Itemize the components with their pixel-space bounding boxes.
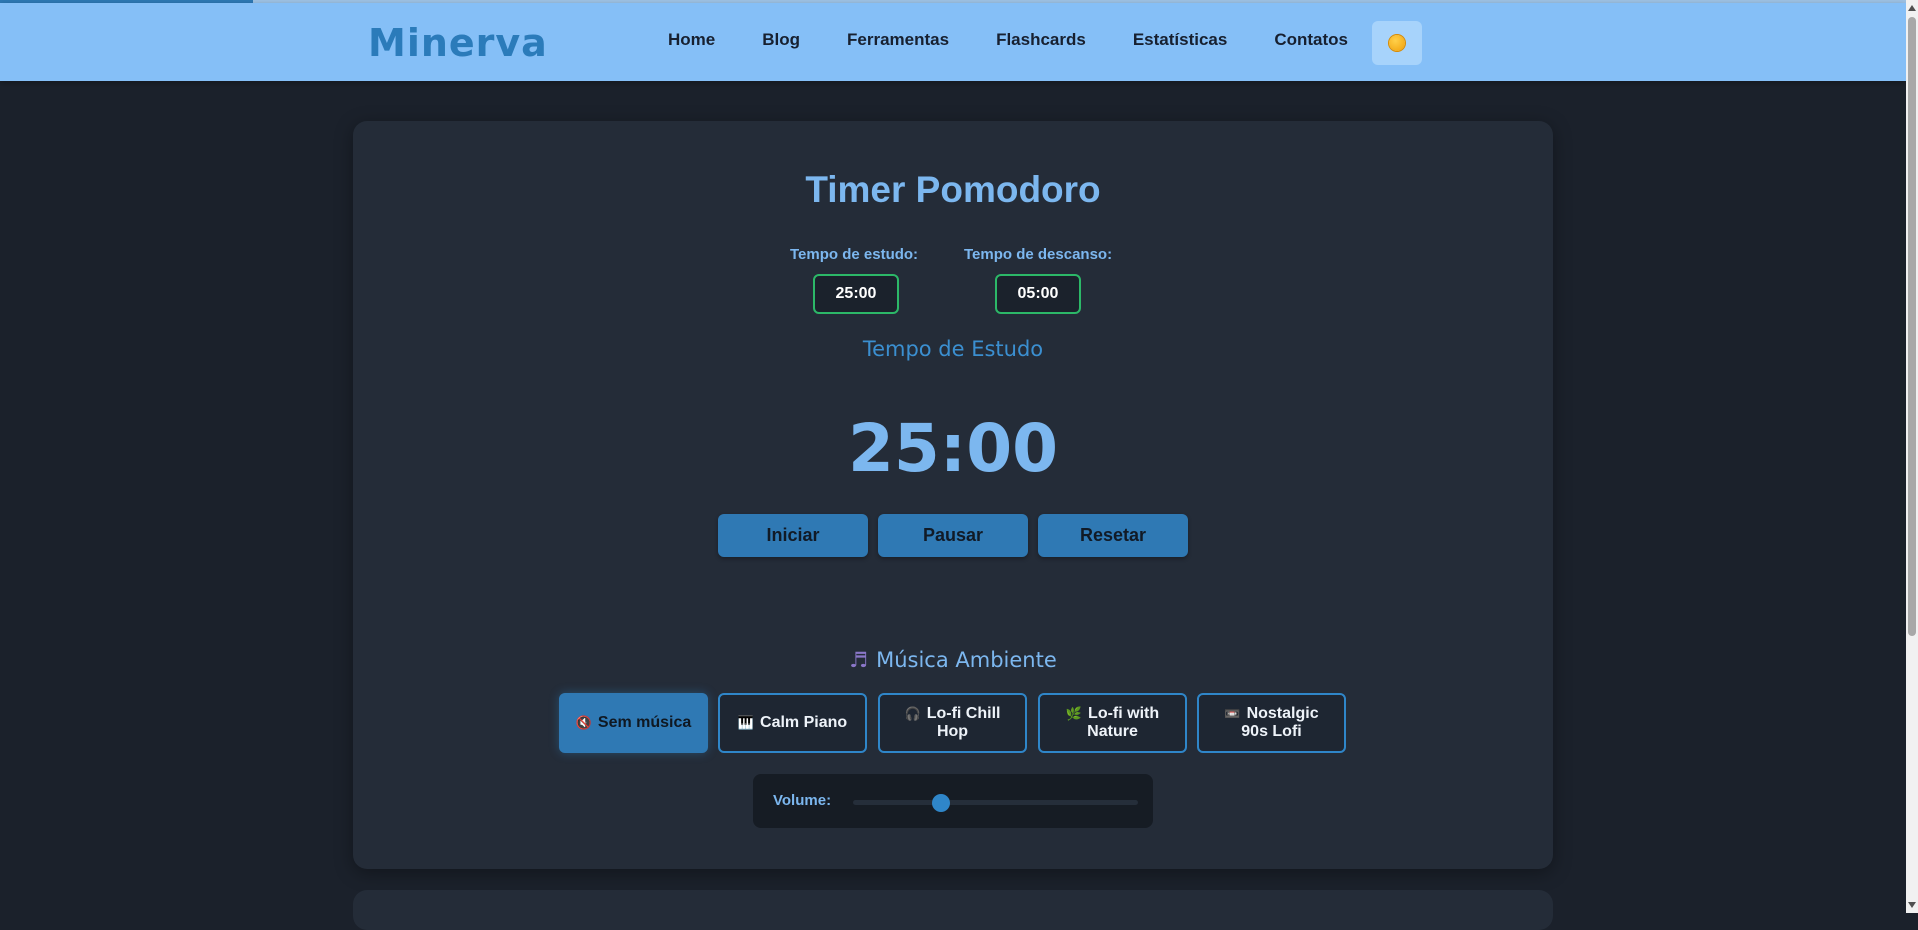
music-option-content: 🎧 Lo-fi Chill Hop [890,705,1015,741]
logo[interactable]: Minerva [368,21,548,65]
nav-link-ferramentas[interactable]: Ferramentas [847,30,949,50]
music-option-label: Lo-fi Chill Hop [926,705,1001,740]
reset-button[interactable]: Resetar [1038,514,1188,557]
mute-icon: 🔇 [575,715,592,730]
nav-links: Home Blog Ferramentas Flashcards Estatís… [668,30,1395,50]
timer-display: 25:00 [847,410,1059,487]
headphones-icon: 🎧 [904,706,921,721]
nav-link-contatos[interactable]: Contatos [1274,30,1348,50]
page-scrollbar[interactable] [1906,0,1918,913]
music-option-content: 🔇 Sem música [576,714,692,732]
next-card [353,890,1553,930]
music-option-label: Calm Piano [760,714,848,731]
volume-slider-thumb[interactable] [932,794,951,812]
nav-link-estatisticas[interactable]: Estatísticas [1133,30,1228,50]
volume-label: Volume: [773,792,832,809]
music-note-icon: ♬ [849,648,869,672]
navbar: Minerva Home Blog Ferramentas Flashcards… [0,3,1906,81]
leaf-icon: 🌿 [1065,706,1083,721]
music-option-content: 🎹 Calm Piano [738,714,847,732]
music-option-content: 📼 Nostalgic 90s Lofi [1209,705,1334,741]
page-title: Timer Pomodoro [805,169,1101,210]
music-option-label: Lo-fi with Nature [1087,705,1160,740]
music-title-text: Música Ambiente [876,648,1057,672]
music-option-nostalgic-90s[interactable]: 📼 Nostalgic 90s Lofi [1197,693,1346,753]
start-button[interactable]: Iniciar [718,514,868,557]
music-option-calm-piano[interactable]: 🎹 Calm Piano [718,693,867,753]
study-time-label: Tempo de estudo: [790,246,919,263]
break-time-input[interactable]: 05:00 [995,274,1081,314]
music-option-lofi-nature[interactable]: 🌿 Lo-fi with Nature [1038,693,1187,753]
nav-link-blog[interactable]: Blog [762,30,800,50]
scrollbar-thumb[interactable] [1908,17,1916,636]
sun-icon [1389,35,1405,51]
scroll-up-arrow-icon[interactable] [1908,5,1916,11]
nav-link-home[interactable]: Home [668,30,715,50]
break-time-label: Tempo de descanso: [964,246,1113,263]
music-option-sem-musica[interactable]: 🔇 Sem música [559,693,708,753]
pause-button[interactable]: Pausar [878,514,1028,557]
music-option-label: Nostalgic 90s Lofi [1241,705,1319,740]
pomodoro-card [353,121,1553,869]
music-section-title: ♬ Música Ambiente [0,648,1906,672]
music-option-lofi-chill-hop[interactable]: 🎧 Lo-fi Chill Hop [878,693,1027,753]
piano-icon: 🎹 [737,715,755,730]
timer-mode-label: Tempo de Estudo [862,337,1044,361]
volume-slider[interactable] [853,794,1138,812]
cassette-icon: 📼 [1224,706,1241,721]
nav-link-flashcards[interactable]: Flashcards [996,30,1086,50]
music-option-label: Sem música [597,714,692,731]
scroll-down-arrow-icon[interactable] [1908,902,1916,908]
music-option-content: 🌿 Lo-fi with Nature [1050,705,1175,741]
study-time-input[interactable]: 25:00 [813,274,899,314]
volume-control: Volume: [753,774,1153,828]
theme-toggle-button[interactable] [1372,21,1422,65]
